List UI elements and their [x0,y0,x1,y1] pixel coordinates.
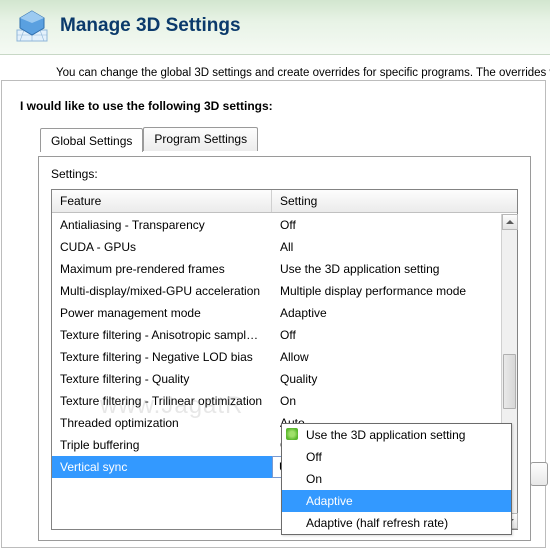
setting-cell[interactable]: Multiple display performance mode [272,280,501,302]
feature-cell: Power management mode [52,302,272,324]
column-header-setting[interactable]: Setting [272,190,517,212]
table-row[interactable]: Maximum pre-rendered framesUse the 3D ap… [52,258,501,280]
setting-cell[interactable]: On [272,390,501,412]
table-row[interactable]: Texture filtering - QualityQuality [52,368,501,390]
restore-button[interactable] [530,462,548,486]
feature-cell: Triple buffering [52,434,272,456]
settings-label: Settings: [51,167,518,181]
intent-label: I would like to use the following 3D set… [2,81,545,127]
setting-cell[interactable]: Off [272,324,501,346]
dropdown-option[interactable]: Use the 3D application setting [282,424,511,446]
feature-cell: Multi-display/mixed-GPU acceleration [52,280,272,302]
table-row[interactable]: Texture filtering - Negative LOD biasAll… [52,346,501,368]
page-title: Manage 3D Settings [60,15,241,37]
setting-cell[interactable]: All [272,236,501,258]
setting-cell[interactable]: Off [272,214,501,236]
vertical-sync-dropdown[interactable]: Use the 3D application settingOffOnAdapt… [281,423,512,535]
feature-cell: Vertical sync [52,456,272,478]
dropdown-option[interactable]: Adaptive [282,490,511,512]
setting-cell[interactable]: Allow [272,346,501,368]
feature-cell: Texture filtering - Trilinear optimizati… [52,390,272,412]
tab-program-settings[interactable]: Program Settings [143,127,258,151]
table-row[interactable]: Power management modeAdaptive [52,302,501,324]
table-row[interactable]: Antialiasing - TransparencyOff [52,214,501,236]
dropdown-option[interactable]: Adaptive (half refresh rate) [282,512,511,534]
column-header-feature[interactable]: Feature [52,190,272,212]
settings-3d-icon [14,8,50,44]
scroll-thumb[interactable] [503,354,516,409]
dropdown-option[interactable]: On [282,468,511,490]
intro-text: You can change the global 3D settings an… [0,55,550,83]
table-row[interactable]: Texture filtering - Anisotropic sample o… [52,324,501,346]
setting-cell[interactable]: Use the 3D application setting [272,258,501,280]
feature-cell: Texture filtering - Anisotropic sample o… [52,324,272,346]
feature-cell: CUDA - GPUs [52,236,272,258]
feature-cell: Threaded optimization [52,412,272,434]
grid-header: Feature Setting [52,190,517,213]
page-header: Manage 3D Settings [0,0,550,55]
tab-global-settings[interactable]: Global Settings [40,128,143,152]
scroll-up-button[interactable] [502,214,518,230]
table-row[interactable]: Multi-display/mixed-GPU accelerationMult… [52,280,501,302]
tab-bar: Global Settings Program Settings [40,127,545,151]
feature-cell: Maximum pre-rendered frames [52,258,272,280]
feature-cell: Antialiasing - Transparency [52,214,272,236]
table-row[interactable]: Texture filtering - Trilinear optimizati… [52,390,501,412]
setting-cell[interactable]: Quality [272,368,501,390]
dropdown-option[interactable]: Off [282,446,511,468]
table-row[interactable]: CUDA - GPUsAll [52,236,501,258]
feature-cell: Texture filtering - Negative LOD bias [52,346,272,368]
feature-cell: Texture filtering - Quality [52,368,272,390]
setting-cell[interactable]: Adaptive [272,302,501,324]
